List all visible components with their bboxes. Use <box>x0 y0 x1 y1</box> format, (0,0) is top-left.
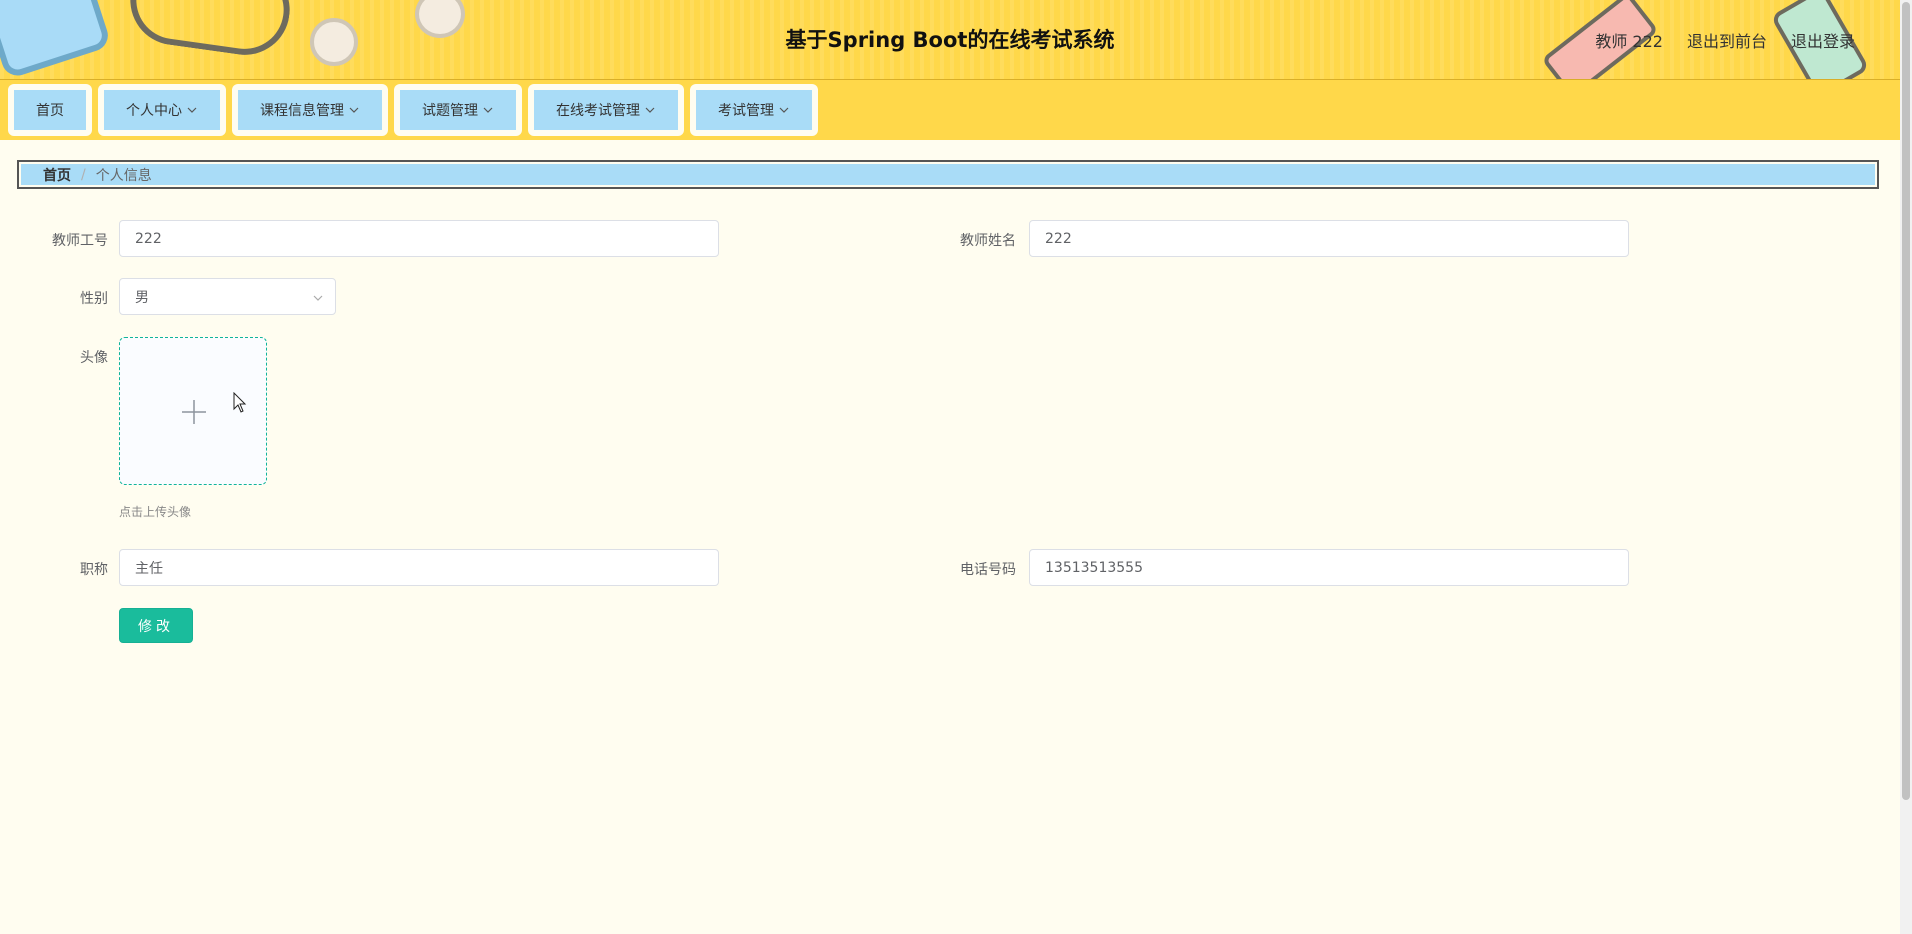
page-scrollbar[interactable] <box>1900 0 1912 934</box>
upload-tip: 点击上传头像 <box>119 505 192 519</box>
nav-item-label: 试题管理 <box>422 103 478 119</box>
nav-item-label: 首页 <box>36 103 64 119</box>
phone-input[interactable]: 13513513555 <box>1029 549 1629 586</box>
breadcrumb: 首页 / 个人信息 <box>17 160 1879 189</box>
breadcrumb-home[interactable]: 首页 <box>43 165 71 185</box>
teacher-id-input[interactable]: 222 <box>119 220 719 257</box>
avatar-label: 头像 <box>80 350 108 366</box>
teacher-id-label: 教师工号 <box>52 233 108 249</box>
chevron-down-icon <box>483 107 493 113</box>
nav-item-home[interactable]: 首页 <box>8 84 92 136</box>
breadcrumb-current: 个人信息 <box>95 167 152 184</box>
job-title-label: 职称 <box>80 562 108 578</box>
job-title-input[interactable]: 主任 <box>119 549 719 586</box>
phone-value: 13513513555 <box>1045 559 1143 576</box>
chevron-down-icon <box>779 107 789 113</box>
teacher-name-label: 教师姓名 <box>960 233 1016 249</box>
phone-label: 电话号码 <box>960 562 1016 578</box>
nav-item-online-exam-management[interactable]: 在线考试管理 <box>528 84 684 136</box>
header-links: 教师 222 退出到前台 退出登录 <box>1595 28 1855 52</box>
nav-item-exam-management[interactable]: 考试管理 <box>690 84 818 136</box>
gender-label: 性别 <box>80 291 108 307</box>
nav-item-label: 课程信息管理 <box>260 103 344 119</box>
teacher-name-input[interactable]: 222 <box>1029 220 1629 257</box>
gender-value: 男 <box>135 289 149 306</box>
logout-link[interactable]: 退出登录 <box>1791 28 1855 52</box>
breadcrumb-separator: / <box>81 166 86 183</box>
mouse-cursor-icon <box>233 392 247 413</box>
nav-item-personal-center[interactable]: 个人中心 <box>98 84 226 136</box>
nav-item-question-management[interactable]: 试题管理 <box>394 84 522 136</box>
plus-icon <box>182 400 206 424</box>
teacher-name-value: 222 <box>1045 230 1072 247</box>
back-to-front-link[interactable]: 退出到前台 <box>1687 28 1767 52</box>
nav-item-label: 考试管理 <box>718 103 774 119</box>
nav-item-label: 个人中心 <box>126 103 182 119</box>
nav-item-label: 在线考试管理 <box>556 103 640 119</box>
modify-button[interactable]: 修改 <box>119 608 193 643</box>
chevron-down-icon <box>349 107 359 113</box>
nav-item-course-management[interactable]: 课程信息管理 <box>232 84 388 136</box>
current-user-label: 教师 222 <box>1595 32 1663 51</box>
chevron-down-icon <box>645 107 655 113</box>
top-header: 基于Spring Boot的在线考试系统 教师 222 退出到前台 退出登录 <box>0 0 1900 80</box>
job-title-value: 主任 <box>135 560 163 577</box>
gender-select[interactable]: 男 <box>119 278 336 315</box>
teacher-id-value: 222 <box>135 230 162 247</box>
scrollbar-thumb[interactable] <box>1902 2 1910 800</box>
chevron-down-icon <box>187 107 197 113</box>
main-nav: 首页 个人中心 课程信息管理 试题管理 在线考试管理 考试管理 <box>0 80 1900 140</box>
chevron-down-icon <box>313 295 323 301</box>
modify-button-label: 修改 <box>138 618 174 635</box>
